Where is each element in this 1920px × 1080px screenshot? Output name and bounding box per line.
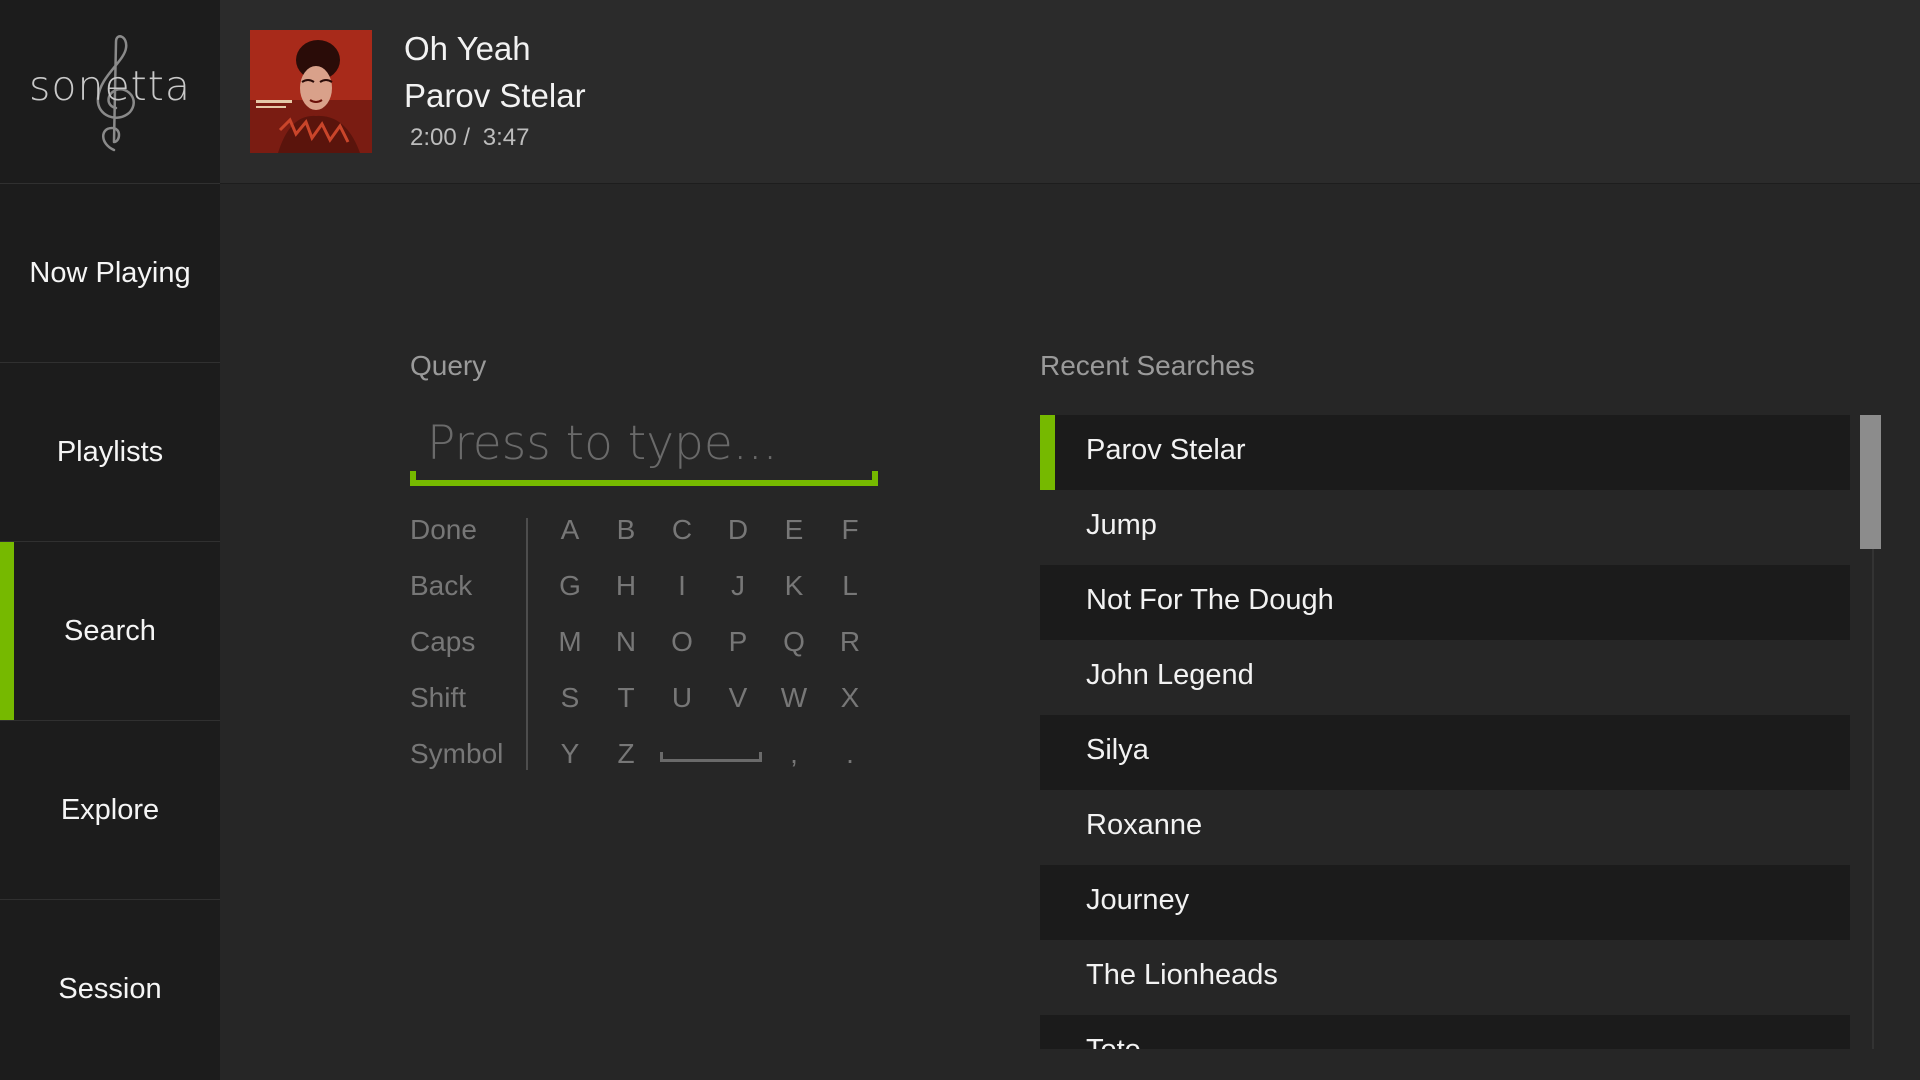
key-comma[interactable]: , — [774, 738, 814, 770]
app-logo: sonetta — [0, 0, 220, 184]
key-d[interactable]: D — [718, 514, 758, 546]
list-item-label: Parov Stelar — [1086, 434, 1246, 466]
key-f[interactable]: F — [830, 514, 870, 546]
list-item-label: Journey — [1086, 884, 1190, 916]
key-y[interactable]: Y — [550, 738, 590, 770]
list-item-label: The Lionheads — [1086, 959, 1278, 991]
recent-searches-list: Parov Stelar Jump Not For The Dough John… — [1040, 415, 1850, 1049]
list-item-label: Silya — [1086, 734, 1149, 766]
list-item[interactable]: Toto — [1040, 1015, 1850, 1049]
key-e[interactable]: E — [774, 514, 814, 546]
key-period[interactable]: . — [830, 738, 870, 770]
track-time: 2:00 / 3:47 — [410, 124, 529, 152]
key-z[interactable]: Z — [606, 738, 646, 770]
key-i[interactable]: I — [662, 570, 702, 602]
key-l[interactable]: L — [830, 570, 870, 602]
list-item-label: Toto — [1086, 1034, 1141, 1049]
space-icon[interactable] — [660, 752, 762, 762]
scrollbar-thumb[interactable] — [1860, 415, 1881, 549]
now-playing-bar: Oh Yeah Parov Stelar 2:00 / 3:47 — [220, 0, 1920, 184]
sidebar-item-label: Session — [58, 972, 162, 1005]
key-v[interactable]: V — [718, 682, 758, 714]
key-u[interactable]: U — [662, 682, 702, 714]
list-item-label: Roxanne — [1086, 809, 1203, 841]
key-j[interactable]: J — [718, 570, 758, 602]
list-item[interactable]: Not For The Dough — [1040, 565, 1850, 640]
elapsed-time: 2:00 — [410, 124, 457, 151]
key-symbol[interactable]: Symbol — [410, 738, 503, 770]
sidebar-item-label: Now Playing — [29, 256, 191, 289]
sidebar: sonetta Now Playing Playlists Search Exp… — [0, 0, 220, 1080]
sidebar-item-label: Search — [64, 614, 156, 647]
sidebar-item-label: Explore — [60, 793, 160, 826]
key-c[interactable]: C — [662, 514, 702, 546]
album-art[interactable] — [250, 30, 372, 153]
list-item-label: Not For The Dough — [1086, 584, 1334, 616]
list-item[interactable]: Parov Stelar — [1040, 415, 1850, 490]
recent-searches-label: Recent Searches — [1040, 350, 1255, 381]
search-input[interactable]: Press to type... — [410, 410, 878, 486]
list-item[interactable]: Roxanne — [1040, 790, 1850, 865]
key-q[interactable]: Q — [774, 626, 814, 658]
key-a[interactable]: A — [550, 514, 590, 546]
track-artist: Parov Stelar — [404, 77, 586, 114]
query-label: Query — [410, 350, 487, 381]
track-title: Oh Yeah — [404, 30, 531, 67]
key-p[interactable]: P — [718, 626, 758, 658]
keyboard-divider — [526, 518, 528, 770]
sidebar-item-search[interactable]: Search — [0, 542, 220, 721]
key-shift[interactable]: Shift — [410, 682, 466, 714]
sidebar-item-explore[interactable]: Explore — [0, 721, 220, 900]
key-s[interactable]: S — [550, 682, 590, 714]
key-h[interactable]: H — [606, 570, 646, 602]
key-w[interactable]: W — [774, 682, 814, 714]
list-item[interactable]: Silya — [1040, 715, 1850, 790]
search-input-placeholder: Press to type... — [427, 416, 778, 471]
key-caps[interactable]: Caps — [410, 626, 475, 658]
key-o[interactable]: O — [662, 626, 702, 658]
key-t[interactable]: T — [606, 682, 646, 714]
logo-text: sonetta — [29, 62, 191, 110]
sidebar-item-session[interactable]: Session — [0, 900, 220, 1078]
track-duration: 3:47 — [482, 124, 530, 151]
key-back[interactable]: Back — [410, 570, 472, 602]
list-item[interactable]: Journey — [1040, 865, 1850, 940]
search-input-underline — [410, 471, 878, 486]
key-x[interactable]: X — [830, 682, 870, 714]
list-item[interactable]: The Lionheads — [1040, 940, 1850, 1015]
list-item[interactable]: Jump — [1040, 490, 1850, 565]
key-k[interactable]: K — [774, 570, 814, 602]
key-g[interactable]: G — [550, 570, 590, 602]
list-item-label: Jump — [1086, 509, 1157, 541]
key-m[interactable]: M — [550, 626, 590, 658]
key-b[interactable]: B — [606, 514, 646, 546]
album-art-image — [250, 30, 372, 153]
sidebar-item-playlists[interactable]: Playlists — [0, 363, 220, 542]
sidebar-item-now-playing[interactable]: Now Playing — [0, 184, 220, 363]
list-item-label: John Legend — [1086, 659, 1254, 691]
key-done[interactable]: Done — [410, 514, 477, 546]
time-separator: / — [463, 124, 471, 151]
key-n[interactable]: N — [606, 626, 646, 658]
list-item[interactable]: John Legend — [1040, 640, 1850, 715]
key-r[interactable]: R — [830, 626, 870, 658]
sidebar-item-label: Playlists — [56, 435, 164, 468]
